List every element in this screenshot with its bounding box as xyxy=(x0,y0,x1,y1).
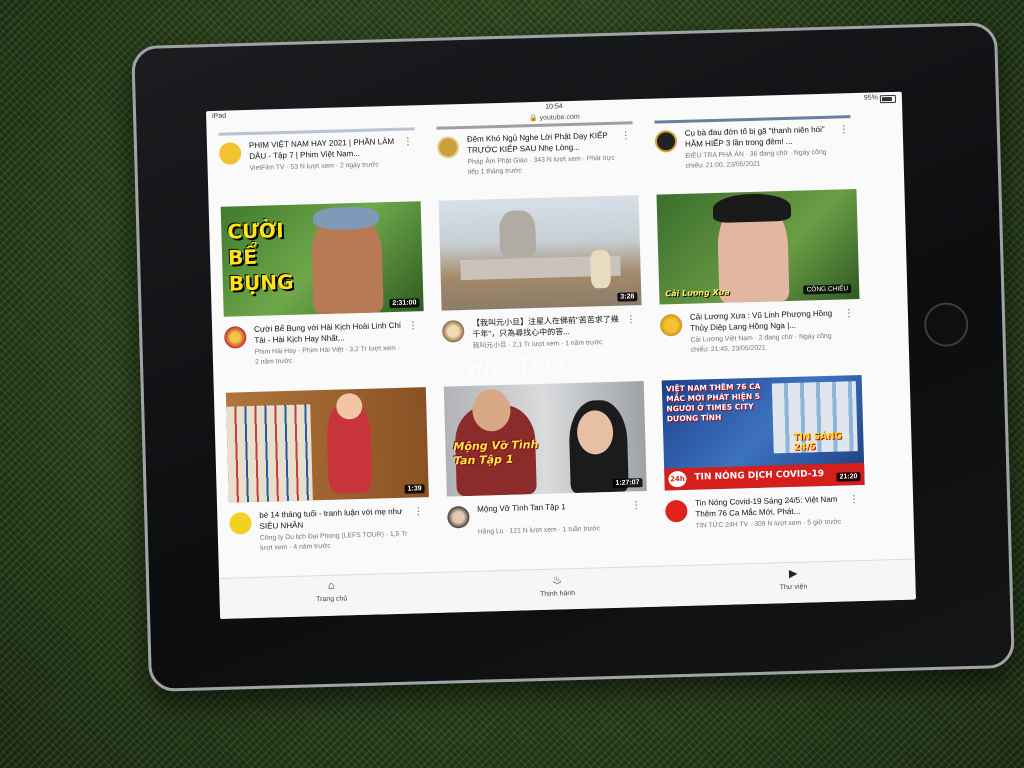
thumbnail-caption: Mộng Vỡ Tình Tan Tập 1 xyxy=(453,438,539,468)
video-duration: 2:31:00 xyxy=(389,298,420,309)
more-options-icon[interactable]: ⋮ xyxy=(403,136,413,147)
video-thumbnail[interactable]: 1:39 xyxy=(225,387,429,503)
channel-avatar[interactable] xyxy=(665,499,688,523)
nav-home[interactable]: ⌂ Trang chủ xyxy=(271,578,392,604)
home-icon: ⌂ xyxy=(327,579,335,592)
video-title[interactable]: bé 14 tháng tuổi - tranh luận với mẹ như… xyxy=(259,506,410,532)
nav-library[interactable]: ▶ Thư viện xyxy=(733,565,854,592)
video-meta: Tin Nóng Covid-19 Sáng 24/5: Việt Nam Th… xyxy=(665,491,867,557)
nav-library-label: Thư viện xyxy=(779,583,808,592)
video-card[interactable]: Mộng Vỡ Tình Tan Tập 1 Hằng Lu · 121 N l… xyxy=(447,497,649,563)
thumbnail-bedsheet xyxy=(226,404,313,503)
video-title[interactable]: PHIM VIỆT NAM HAY 2021 | PHẦN LÀM DÂU - … xyxy=(249,136,400,162)
channel-avatar[interactable] xyxy=(654,130,678,153)
library-icon: ▶ xyxy=(788,567,798,581)
video-thumbnail[interactable]: CƯỜI BỂ BỤNG 2:31:00 xyxy=(220,201,424,317)
premiere-badge: CÔNG CHIẾU xyxy=(803,284,852,295)
video-channel-info: ĐIỀU TRA PHÁ ÁN · 36 đang chờ · Ngày côn… xyxy=(685,148,827,170)
bottom-navigation: ⌂ Trang chủ ♨ Thịnh hành ▶ Thư viện xyxy=(219,558,916,619)
thumbnail-dog xyxy=(590,249,612,289)
video-card[interactable]: Cải Lương Xưa : Vũ Linh Phượng Hồng Thủy… xyxy=(659,305,862,371)
nav-trending[interactable]: ♨ Thịnh hành xyxy=(497,572,618,599)
video-meta: Cụ bà đau đớn tố bị gã "thanh niên hói" … xyxy=(654,121,857,187)
more-options-icon[interactable]: ⋮ xyxy=(621,130,631,141)
channel-avatar[interactable] xyxy=(659,313,683,337)
channel-avatar[interactable] xyxy=(224,326,247,349)
nav-home-label: Trang chủ xyxy=(315,595,348,604)
video-channel-info: TIN TỨC 24H TV · 309 N lượt xem · 5 giờ … xyxy=(695,518,842,530)
watermark: chợTỐT xyxy=(467,346,570,385)
video-title[interactable]: Cụ bà đau đớn tố bị gã "thanh niên hói" … xyxy=(685,124,836,150)
channel-avatar[interactable] xyxy=(229,512,252,535)
video-card[interactable]: bé 14 tháng tuổi - tranh luận với mẹ như… xyxy=(229,503,431,569)
thumbnail-hat xyxy=(312,206,380,231)
video-duration: 1:27:07 xyxy=(612,478,643,488)
more-options-icon[interactable]: ⋮ xyxy=(631,500,641,511)
video-channel-info: Công ty Du lịch Đại Phong (LEFS TOUR) · … xyxy=(259,530,408,552)
video-thumbnail[interactable]: Cải Lương Xưa CÔNG CHIẾU xyxy=(656,189,860,305)
thumbnail-hair xyxy=(712,192,792,224)
video-duration: 3:28 xyxy=(617,292,638,302)
battery-icon xyxy=(879,94,897,104)
url-text: youtube.com xyxy=(539,113,580,122)
channel-avatar[interactable] xyxy=(218,142,242,165)
video-channel-info: Pháp Âm Phật Giáo · 343 N lượt xem · Phá… xyxy=(467,154,615,176)
video-card[interactable]: Đêm Khó Ngủ Nghe Lời Phật Dạy KIẾP TRƯỚC… xyxy=(436,127,639,193)
video-card[interactable]: Tin Nóng Covid-19 Sáng 24/5: Việt Nam Th… xyxy=(665,491,867,557)
thumbnail-caption: VIỆT NAM THÊM 76 CA MẮC MỚI PHÁT HIỆN 5 … xyxy=(665,381,761,424)
more-options-icon[interactable]: ⋮ xyxy=(626,314,636,325)
thumbnail-buddha-statue xyxy=(498,210,537,257)
video-meta: Cải Lương Xưa : Vũ Linh Phượng Hồng Thủy… xyxy=(659,305,862,371)
thumbnail-logo: 24h xyxy=(668,470,687,488)
video-thumbnail[interactable]: Mộng Vỡ Tình Tan Tập 1 1:27:07 xyxy=(443,381,647,497)
channel-avatar[interactable] xyxy=(441,320,465,343)
video-channel-info: VietFilm TV · 53 N lượt xem · 2 ngày trư… xyxy=(249,161,379,172)
flame-icon: ♨ xyxy=(552,574,563,587)
video-channel-info: Phim Hài Hay - Phim Hài Việt · 3,2 Tr lư… xyxy=(254,344,401,366)
thumbnail-tag: TIN SÁNG 24/5 xyxy=(793,431,842,453)
video-thumbnail[interactable]: 3:28 xyxy=(438,195,642,311)
channel-avatar[interactable] xyxy=(447,505,470,529)
thumbnail-banner: 24h TIN NÓNG DỊCH COVID-19 xyxy=(664,462,865,491)
thumbnail-banner-text: TIN NÓNG DỊCH COVID-19 xyxy=(694,469,825,483)
home-button[interactable] xyxy=(923,301,969,348)
ipad-device: iPad 10:54 95% 🔒 youtube.com PHIM VIỆT N… xyxy=(131,22,1015,692)
lock-icon: 🔒 xyxy=(528,114,538,123)
thumbnail-caption: CƯỜI BỂ BỤNG xyxy=(227,218,294,296)
thumbnail-label: Cải Lương Xưa xyxy=(665,287,730,299)
more-options-icon[interactable]: ⋮ xyxy=(413,506,423,517)
more-options-icon[interactable]: ⋮ xyxy=(844,308,854,319)
video-title[interactable]: Mộng Vỡ Tình Tan Tập 1 xyxy=(477,500,627,515)
more-options-icon[interactable]: ⋮ xyxy=(408,320,418,331)
video-thumbnail[interactable]: VIỆT NAM THÊM 76 CA MẮC MỚI PHÁT HIỆN 5 … xyxy=(661,374,865,491)
video-title[interactable]: Tin Nóng Covid-19 Sáng 24/5: Việt Nam Th… xyxy=(695,493,846,519)
channel-avatar[interactable] xyxy=(436,136,460,159)
video-meta: Mộng Vỡ Tình Tan Tập 1 Hằng Lu · 121 N l… xyxy=(447,497,649,563)
video-title[interactable]: Cười Bể Bụng với Hài Kịch Hoài Linh Chí … xyxy=(254,320,405,346)
nav-trending-label: Thịnh hành xyxy=(540,590,576,599)
more-options-icon[interactable]: ⋮ xyxy=(839,124,849,135)
video-channel-info: Hằng Lu · 121 N lượt xem · 1 tuần trước xyxy=(477,525,601,536)
video-title[interactable]: 【我叫元小旦】注星人在佛前"苦苦求了幾千年"，只為尋找心中的答... xyxy=(472,314,623,340)
status-battery-percent: 95% xyxy=(863,94,878,102)
video-duration: 1:39 xyxy=(404,484,425,494)
video-channel-info: Cải Lương Việt Nam · 2 đang chờ · Ngày c… xyxy=(690,332,832,354)
video-title[interactable]: Cải Lương Xưa : Vũ Linh Phượng Hồng Thủy… xyxy=(690,308,841,334)
video-title[interactable]: Đêm Khó Ngủ Nghe Lời Phật Dạy KIẾP TRƯỚC… xyxy=(467,130,618,156)
video-card[interactable]: Cụ bà đau đớn tố bị gã "thanh niên hói" … xyxy=(654,121,857,187)
video-meta: Cười Bể Bụng với Hài Kịch Hoài Linh Chí … xyxy=(224,317,426,383)
more-options-icon[interactable]: ⋮ xyxy=(849,494,859,505)
video-meta: PHIM VIỆT NAM HAY 2021 | PHẦN LÀM DÂU - … xyxy=(218,133,421,199)
video-meta: bé 14 tháng tuổi - tranh luận với mẹ như… xyxy=(229,503,431,569)
video-card[interactable]: PHIM VIỆT NAM HAY 2021 | PHẦN LÀM DÂU - … xyxy=(218,133,421,199)
video-meta: Đêm Khó Ngủ Nghe Lời Phật Dạy KIẾP TRƯỚC… xyxy=(436,127,639,193)
video-duration: 21:20 xyxy=(836,472,861,482)
video-card[interactable]: Cười Bể Bụng với Hài Kịch Hoài Linh Chí … xyxy=(224,317,426,383)
screen: iPad 10:54 95% 🔒 youtube.com PHIM VIỆT N… xyxy=(205,91,916,619)
